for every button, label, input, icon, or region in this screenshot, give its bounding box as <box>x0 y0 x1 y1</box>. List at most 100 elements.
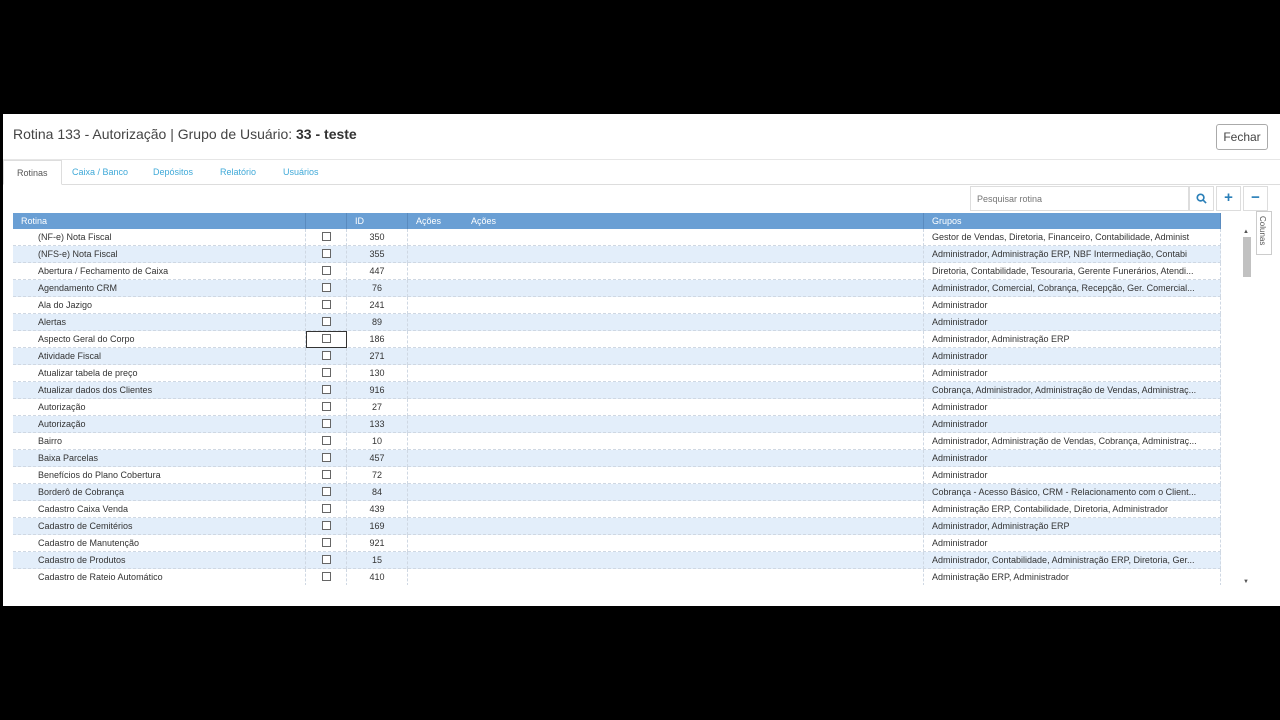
row-checkbox[interactable] <box>321 419 331 429</box>
table-row[interactable]: Autorização 27 Administrador <box>13 399 1221 416</box>
select-cell[interactable] <box>306 433 347 450</box>
row-checkbox[interactable] <box>321 368 331 378</box>
column-header-acoes-2[interactable]: Ações <box>463 213 924 229</box>
acoes-cell <box>408 331 924 348</box>
select-cell[interactable] <box>306 229 347 246</box>
row-checkbox[interactable] <box>321 232 331 242</box>
add-button[interactable]: + <box>1216 186 1241 211</box>
remove-button[interactable]: − <box>1243 186 1268 211</box>
rotina-cell: Atividade Fiscal <box>13 348 306 365</box>
tab-rotinas[interactable]: Rotinas <box>3 160 62 185</box>
id-cell: 10 <box>347 433 408 450</box>
select-cell[interactable] <box>306 535 347 552</box>
row-checkbox[interactable] <box>321 572 331 582</box>
grupos-cell: Administrador, Administração ERP <box>924 331 1221 348</box>
id-cell: 916 <box>347 382 408 399</box>
column-header-rotina[interactable]: Rotina <box>13 213 306 229</box>
table-row[interactable]: Abertura / Fechamento de Caixa 447 Diretor… <box>13 263 1221 280</box>
scroll-up-icon[interactable]: ▲ <box>1243 229 1249 235</box>
acoes-cell <box>408 433 924 450</box>
select-cell[interactable] <box>306 484 347 501</box>
select-cell[interactable] <box>306 382 347 399</box>
tab-usuarios[interactable]: Usuários <box>270 160 332 185</box>
table-row[interactable]: Autorização 133 Administrador <box>13 416 1221 433</box>
tab-depositos[interactable]: Depósitos <box>140 160 206 185</box>
modal-header: Rotina 133 - Autorização | Grupo de Usuá… <box>3 114 1280 160</box>
search-input[interactable] <box>970 186 1189 211</box>
tab-relatorio[interactable]: Relatório <box>207 160 269 185</box>
row-checkbox[interactable] <box>321 266 331 276</box>
select-cell[interactable] <box>306 263 347 280</box>
select-cell[interactable] <box>306 297 347 314</box>
select-cell[interactable] <box>306 450 347 467</box>
acoes-cell <box>408 314 924 331</box>
row-checkbox[interactable] <box>321 317 331 327</box>
select-cell[interactable] <box>306 501 347 518</box>
select-cell[interactable] <box>306 246 347 263</box>
table-row[interactable]: Cadastro de Cemitérios 169 Administrador, … <box>13 518 1221 535</box>
table-row[interactable]: Bairro 10 Administrador, Administração de … <box>13 433 1221 450</box>
select-cell[interactable] <box>306 416 347 433</box>
select-cell[interactable] <box>306 331 347 348</box>
table-row[interactable]: Ala do Jazigo 241 Administrador <box>13 297 1221 314</box>
table-row[interactable]: Baixa Parcelas 457 Administrador <box>13 450 1221 467</box>
select-cell[interactable] <box>306 569 347 585</box>
select-cell[interactable] <box>306 399 347 416</box>
select-cell[interactable] <box>306 552 347 569</box>
row-checkbox[interactable] <box>321 402 331 412</box>
row-checkbox[interactable] <box>321 538 331 548</box>
row-checkbox[interactable] <box>321 555 331 565</box>
column-header-id[interactable]: ID <box>347 213 408 229</box>
row-checkbox[interactable] <box>321 436 331 446</box>
table-row[interactable]: Cadastro de Manutenção 921 Administrador <box>13 535 1221 552</box>
table-row[interactable]: (NF-e) Nota Fiscal 350 Gestor de Vendas, D… <box>13 229 1221 246</box>
rotina-cell: (NF-e) Nota Fiscal <box>13 229 306 246</box>
column-header-acoes-1[interactable]: Ações <box>408 213 463 229</box>
select-cell[interactable] <box>306 280 347 297</box>
table-row[interactable]: Atualizar tabela de preço 130 Administrado… <box>13 365 1221 382</box>
table-row[interactable]: Cadastro Caixa Venda 439 Administração ERP… <box>13 501 1221 518</box>
table-row[interactable]: Cadastro de Produtos 15 Administrador, Con… <box>13 552 1221 569</box>
table-row[interactable]: Borderô de Cobrança 84 Cobrança - Acesso B… <box>13 484 1221 501</box>
table-row[interactable]: Benefícios do Plano Cobertura 72 Administr… <box>13 467 1221 484</box>
select-cell[interactable] <box>306 365 347 382</box>
id-cell: 133 <box>347 416 408 433</box>
vertical-scrollbar[interactable]: ▲ ▼ <box>1241 229 1251 585</box>
table-row[interactable]: Aspecto Geral do Corpo 186 Administrador, … <box>13 331 1221 348</box>
row-checkbox[interactable] <box>321 300 331 310</box>
select-cell[interactable] <box>306 518 347 535</box>
select-cell[interactable] <box>306 467 347 484</box>
table-row[interactable]: Cadastro de Rateio Automático 410 Administ… <box>13 569 1221 585</box>
grupos-cell: Gestor de Vendas, Diretoria, Financeiro,… <box>924 229 1221 246</box>
routines-grid: Rotina ID Ações Ações Grupos (NF-e) Nota… <box>13 213 1251 585</box>
column-header-check[interactable] <box>306 213 347 229</box>
row-checkbox[interactable] <box>321 283 331 293</box>
row-checkbox[interactable] <box>321 487 331 497</box>
table-row[interactable]: (NFS-e) Nota Fiscal 355 Administrador, Adm… <box>13 246 1221 263</box>
table-row[interactable]: Atividade Fiscal 271 Administrador <box>13 348 1221 365</box>
row-checkbox[interactable] <box>321 385 331 395</box>
table-row[interactable]: Alertas 89 Administrador <box>13 314 1221 331</box>
columns-side-tab[interactable]: Colunas <box>1256 211 1272 255</box>
tab-caixa-banco[interactable]: Caixa / Banco <box>59 160 141 185</box>
table-row[interactable]: Atualizar dados dos Clientes 916 Cobrança,… <box>13 382 1221 399</box>
rotina-cell: Cadastro Caixa Venda <box>13 501 306 518</box>
row-checkbox[interactable] <box>321 453 331 463</box>
row-checkbox[interactable] <box>321 249 331 259</box>
scrollbar-thumb[interactable] <box>1243 237 1251 277</box>
grupos-cell: Administrador <box>924 416 1221 433</box>
close-button[interactable]: Fechar <box>1216 124 1268 150</box>
select-cell[interactable] <box>306 348 347 365</box>
row-checkbox[interactable] <box>321 521 331 531</box>
table-row[interactable]: Agendamento CRM 76 Administrador, Comercia… <box>13 280 1221 297</box>
row-checkbox[interactable] <box>321 351 331 361</box>
acoes-cell <box>408 399 924 416</box>
rotina-cell: Baixa Parcelas <box>13 450 306 467</box>
select-cell[interactable] <box>306 314 347 331</box>
row-checkbox[interactable] <box>321 470 331 480</box>
column-header-grupos[interactable]: Grupos <box>924 213 1221 229</box>
row-checkbox[interactable] <box>321 334 331 344</box>
row-checkbox[interactable] <box>321 504 331 514</box>
search-button[interactable] <box>1189 186 1214 211</box>
scroll-down-icon[interactable]: ▼ <box>1243 579 1249 585</box>
